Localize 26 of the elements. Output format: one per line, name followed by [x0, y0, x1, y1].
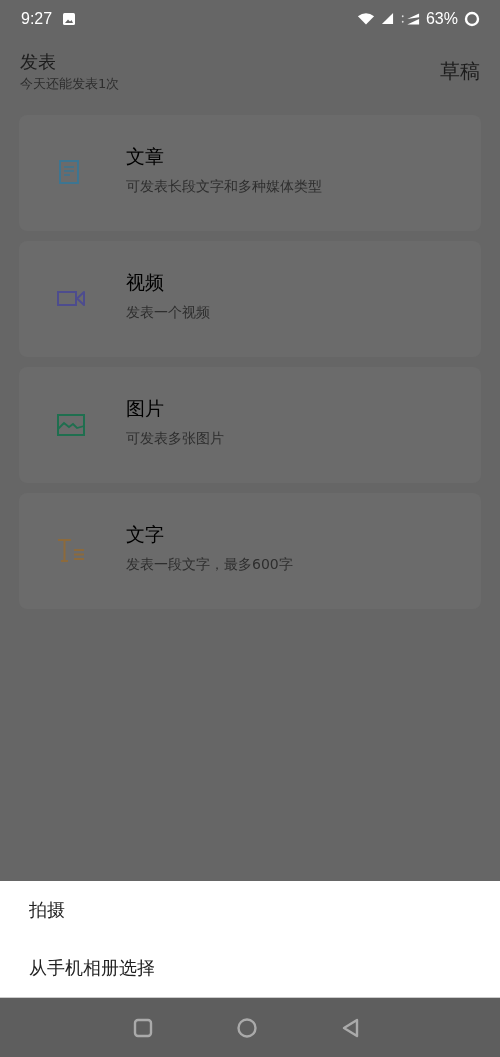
- signal-icon: [380, 12, 394, 25]
- battery-icon: [464, 10, 480, 27]
- drafts-button[interactable]: 草稿: [440, 57, 480, 85]
- image-icon: [57, 411, 85, 439]
- post-type-card[interactable]: 文章 可发表长段文字和多种媒体类型: [19, 115, 481, 231]
- card-description: 发表一段文字，最多600字: [126, 556, 293, 574]
- card-description: 可发表多张图片: [126, 430, 224, 448]
- card-title: 图片: [126, 396, 165, 421]
- card-description: 发表一个视频: [126, 304, 210, 322]
- text-format-icon: [57, 537, 85, 565]
- post-type-card[interactable]: 视频 发表一个视频: [19, 241, 481, 357]
- page-title: 发表: [20, 49, 57, 74]
- image-icon: [62, 11, 77, 26]
- menu-item[interactable]: 拍摄: [0, 881, 500, 939]
- card-title: 文章: [126, 144, 165, 169]
- card-title: 文字: [126, 522, 165, 547]
- post-type-card[interactable]: 图片 可发表多张图片: [19, 367, 481, 483]
- card-description: 可发表长段文字和多种媒体类型: [126, 178, 322, 196]
- menu-item[interactable]: 从手机相册选择: [0, 939, 500, 997]
- battery-level: 63%: [425, 9, 458, 28]
- home-icon[interactable]: [235, 1015, 259, 1040]
- post-type-card[interactable]: 文字 发表一段文字，最多600字: [19, 493, 481, 609]
- card-title: 视频: [126, 270, 165, 295]
- clock: 9:27: [21, 9, 53, 28]
- wifi-icon: [356, 11, 375, 26]
- signal-icon: [399, 11, 420, 26]
